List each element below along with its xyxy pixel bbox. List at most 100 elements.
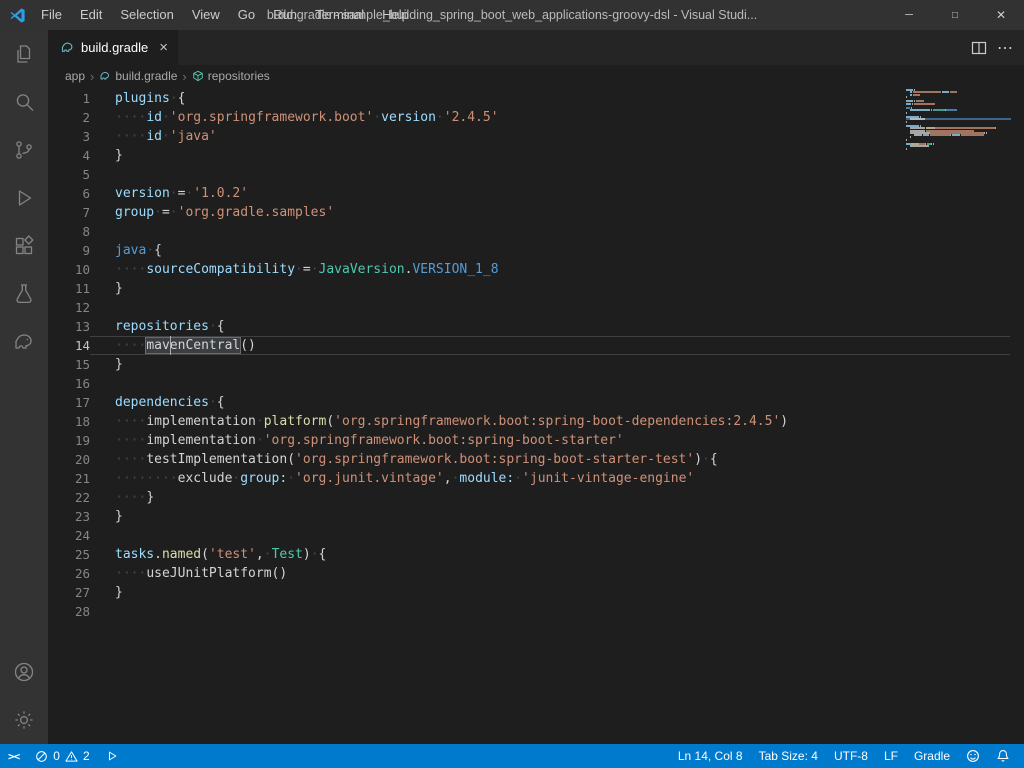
encoding-label: UTF-8 (834, 749, 868, 763)
code-line[interactable]: 26····useJUnitPlatform() (48, 564, 1024, 583)
code-line[interactable]: 10····sourceCompatibility·=·JavaVersion.… (48, 260, 1024, 279)
code-line[interactable]: 2····id·'org.springframework.boot'·versi… (48, 108, 1024, 127)
cursor-position[interactable]: Ln 14, Col 8 (670, 744, 751, 768)
remote-indicator[interactable]: >< (0, 744, 27, 768)
minimap[interactable] (906, 89, 1011, 152)
line-number: 20 (48, 450, 90, 469)
indentation-label: Tab Size: 4 (759, 749, 818, 763)
close-button[interactable]: ✕ (978, 0, 1024, 30)
line-number: 17 (48, 393, 90, 412)
code-line[interactable]: 1plugins·{ (48, 89, 1024, 108)
menu-run[interactable]: Run (264, 0, 306, 30)
line-number: 10 (48, 260, 90, 279)
code-line[interactable]: 18····implementation·platform('org.sprin… (48, 412, 1024, 431)
line-number: 3 (48, 127, 90, 146)
menu-go[interactable]: Go (229, 0, 264, 30)
code-line[interactable]: 5 (48, 165, 1024, 184)
code-line[interactable]: 9java·{ (48, 241, 1024, 260)
encoding[interactable]: UTF-8 (826, 744, 876, 768)
breadcrumb: app › build.gradle › repositories (48, 65, 1024, 87)
menu-terminal[interactable]: Terminal (306, 0, 373, 30)
line-number: 5 (48, 165, 90, 184)
menu-edit[interactable]: Edit (71, 0, 111, 30)
search-icon[interactable] (0, 78, 48, 126)
menu-selection[interactable]: Selection (111, 0, 182, 30)
breadcrumb-build-gradle[interactable]: build.gradle (99, 69, 177, 83)
code-line[interactable]: 4} (48, 146, 1024, 165)
code-editor[interactable]: 1plugins·{2····id·'org.springframework.b… (48, 87, 1024, 744)
feedback-smiley-icon[interactable] (958, 744, 988, 768)
tab-bar: build.gradle × ⋯ (48, 30, 1024, 65)
indentation[interactable]: Tab Size: 4 (751, 744, 826, 768)
breadcrumb-separator: › (89, 69, 95, 84)
code-line[interactable]: 21········exclude·group:·'org.junit.vint… (48, 469, 1024, 488)
editor-group: build.gradle × ⋯ app › build.gradle › (48, 30, 1024, 744)
language-mode[interactable]: Gradle (906, 744, 958, 768)
settings-gear-icon[interactable] (0, 696, 48, 744)
code-line[interactable]: 3····id·'java' (48, 127, 1024, 146)
more-actions-icon[interactable]: ⋯ (997, 38, 1014, 58)
line-number: 19 (48, 431, 90, 450)
code-line[interactable]: 13repositories·{ (48, 317, 1024, 336)
code-line[interactable]: 28 (48, 602, 1024, 621)
code-line[interactable]: 20····testImplementation('org.springfram… (48, 450, 1024, 469)
line-number: 21 (48, 469, 90, 488)
menu-help[interactable]: Help (373, 0, 418, 30)
explorer-icon[interactable] (0, 30, 48, 78)
line-number: 7 (48, 203, 90, 222)
play-icon (106, 750, 118, 762)
menu-file[interactable]: File (32, 0, 71, 30)
run-task-indicator[interactable] (98, 744, 126, 768)
gradle-icon[interactable] (0, 318, 48, 366)
breadcrumb-build-gradle-label: build.gradle (115, 69, 177, 83)
code-line[interactable]: 8 (48, 222, 1024, 241)
breadcrumb-app-label: app (65, 69, 85, 83)
code-line[interactable]: 11} (48, 279, 1024, 298)
line-number: 23 (48, 507, 90, 526)
status-bar-right: Ln 14, Col 8 Tab Size: 4 UTF-8 LF Gradle (670, 744, 1024, 768)
line-number: 11 (48, 279, 90, 298)
line-number: 27 (48, 583, 90, 602)
code-line[interactable]: 17dependencies·{ (48, 393, 1024, 412)
minimize-button[interactable]: ─ (886, 0, 932, 30)
split-editor-icon[interactable] (971, 40, 987, 56)
code-line[interactable]: 24 (48, 526, 1024, 545)
menu-view[interactable]: View (183, 0, 229, 30)
language-label: Gradle (914, 749, 950, 763)
code-line[interactable]: 16 (48, 374, 1024, 393)
source-control-icon[interactable] (0, 126, 48, 174)
cursor-position-label: Ln 14, Col 8 (678, 749, 743, 763)
error-count: 0 (53, 749, 60, 763)
code-line[interactable]: 14····mavenCentral() (48, 336, 1024, 355)
testing-icon[interactable] (0, 270, 48, 318)
error-icon (35, 750, 48, 763)
warning-count: 2 (83, 749, 90, 763)
tab-close-icon[interactable]: × (159, 40, 168, 55)
breadcrumb-repositories[interactable]: repositories (192, 69, 270, 83)
problems-indicator[interactable]: 0 2 (27, 744, 97, 768)
breadcrumb-app[interactable]: app (65, 69, 85, 83)
maximize-button[interactable]: □ (932, 0, 978, 30)
accounts-icon[interactable] (0, 648, 48, 696)
code-lines: 1plugins·{2····id·'org.springframework.b… (48, 89, 1024, 621)
line-number: 6 (48, 184, 90, 203)
code-line[interactable]: 22····} (48, 488, 1024, 507)
code-line[interactable]: 7group·=·'org.gradle.samples' (48, 203, 1024, 222)
line-number: 28 (48, 602, 90, 621)
maximize-icon: □ (952, 10, 958, 21)
gradle-elephant-icon (99, 70, 111, 82)
notifications-bell-icon[interactable] (988, 744, 1018, 768)
code-line[interactable]: 19····implementation·'org.springframewor… (48, 431, 1024, 450)
code-line[interactable]: 27} (48, 583, 1024, 602)
code-line[interactable]: 12 (48, 298, 1024, 317)
extensions-icon[interactable] (0, 222, 48, 270)
eol-sequence[interactable]: LF (876, 744, 906, 768)
code-line[interactable]: 25tasks.named('test',·Test)·{ (48, 545, 1024, 564)
line-number: 26 (48, 564, 90, 583)
tab-build-gradle[interactable]: build.gradle × (48, 30, 179, 65)
code-line[interactable]: 23} (48, 507, 1024, 526)
text-cursor (170, 336, 172, 355)
code-line[interactable]: 15} (48, 355, 1024, 374)
run-and-debug-icon[interactable] (0, 174, 48, 222)
code-line[interactable]: 6version·=·'1.0.2' (48, 184, 1024, 203)
